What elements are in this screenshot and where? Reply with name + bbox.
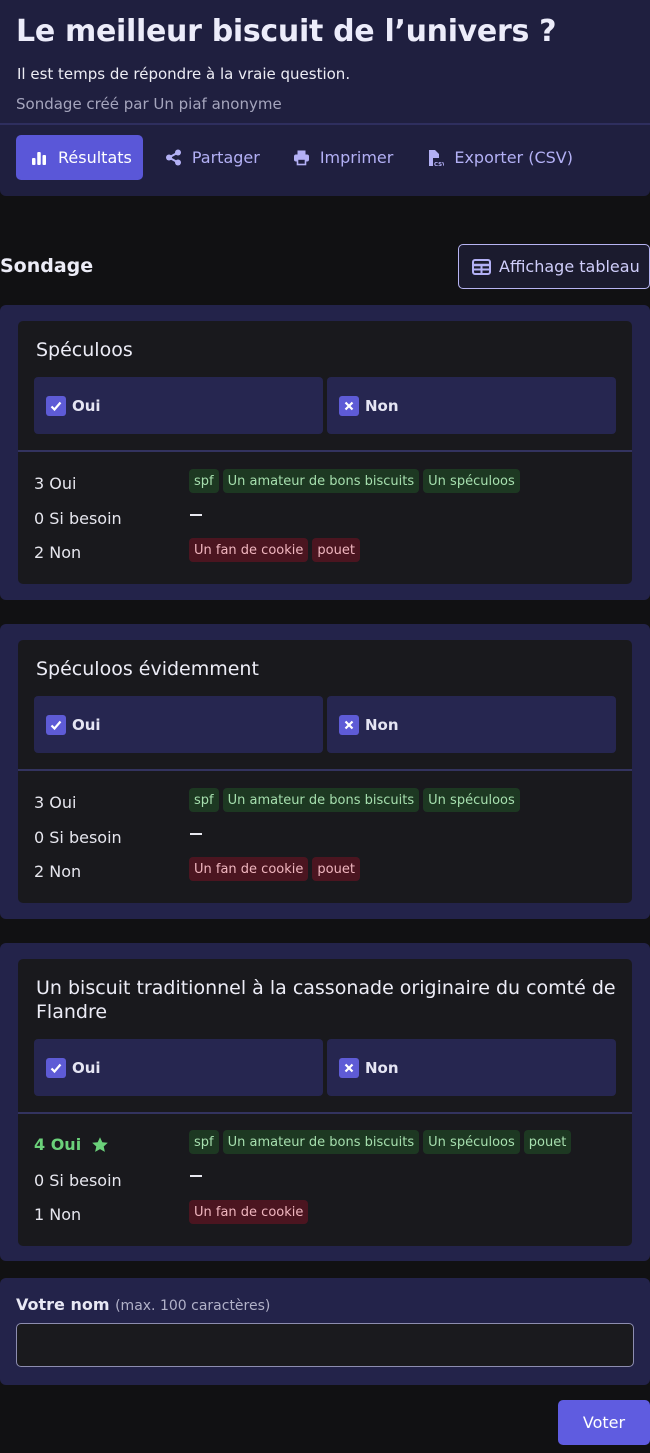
- tab-export-csv[interactable]: CSV Exporter (CSV): [404, 135, 584, 180]
- tab-results[interactable]: Résultats: [16, 135, 143, 180]
- question-title: Spéculoos évidemment: [36, 658, 259, 680]
- poll-header: Le meilleur biscuit de l’univers ? Il es…: [0, 0, 650, 196]
- voter-tag: Un amateur de bons biscuits: [222, 788, 420, 812]
- poll-creator: Sondage créé par Un piaf anonyme: [16, 95, 282, 113]
- bar-chart-icon: [32, 151, 46, 165]
- question-block: Spéculoos évidemment Oui Non 3 Oui spf U…: [0, 624, 650, 919]
- poll-title: Le meilleur biscuit de l’univers ?: [16, 14, 557, 49]
- voter-tag: spf: [189, 1130, 219, 1154]
- question-block: Un biscuit traditionnel à la cassonade o…: [0, 943, 650, 1261]
- name-input[interactable]: [16, 1323, 634, 1367]
- choice-yes[interactable]: Oui: [34, 1039, 323, 1096]
- choice-no-label: Non: [365, 396, 399, 415]
- voter-tag: Un fan de cookie: [189, 538, 309, 562]
- result-no-count: 1 Non: [34, 1205, 82, 1224]
- poll-subtitle: Il est temps de répondre à la vraie ques…: [17, 65, 351, 83]
- star-icon: [92, 1136, 108, 1152]
- section-title: Sondage: [0, 255, 94, 277]
- table-view-label: Affichage tableau: [499, 257, 640, 276]
- name-hint: (max. 100 caractères): [115, 1298, 271, 1314]
- tab-share[interactable]: Partager: [143, 135, 271, 180]
- voter-tag: spf: [189, 469, 219, 493]
- result-yes-count: 3 Oui: [34, 474, 77, 493]
- yes-voters: spf Un amateur de bons biscuits Un spécu…: [189, 788, 520, 812]
- tab-export-csv-label: Exporter (CSV): [454, 148, 573, 167]
- header-divider: [0, 123, 650, 125]
- tab-print-label: Imprimer: [319, 148, 394, 167]
- close-icon: [339, 395, 359, 416]
- voter-tag: Un amateur de bons biscuits: [222, 469, 420, 493]
- name-form: Votre nom (max. 100 caractères): [0, 1278, 650, 1385]
- no-voters-dash: [190, 1175, 202, 1177]
- voter-tag: Un spéculoos: [423, 469, 520, 493]
- name-label: Votre nom (max. 100 caractères): [16, 1295, 271, 1314]
- no-voters-dash: [190, 833, 202, 835]
- voter-tag: Un spéculoos: [423, 1130, 520, 1154]
- yes-voters: spf Un amateur de bons biscuits Un spécu…: [189, 1130, 572, 1154]
- choice-no[interactable]: Non: [327, 377, 616, 434]
- vote-button[interactable]: Voter: [558, 1400, 650, 1445]
- question-title: Un biscuit traditionnel à la cassonade o…: [36, 977, 616, 1023]
- voter-tag: Un fan de cookie: [189, 857, 309, 881]
- choice-yes-label: Oui: [72, 1058, 101, 1077]
- share-icon: [165, 149, 181, 166]
- card-divider: [18, 1112, 632, 1114]
- card-divider: [18, 769, 632, 771]
- choice-yes[interactable]: Oui: [34, 377, 323, 434]
- no-voters: Un fan de cookie pouet: [189, 857, 360, 881]
- no-voters-dash: [190, 514, 202, 516]
- result-no-count: 2 Non: [34, 862, 82, 881]
- result-maybe-count: 0 Si besoin: [34, 509, 122, 528]
- result-maybe-count: 0 Si besoin: [34, 1171, 122, 1190]
- close-icon: [339, 1057, 359, 1078]
- result-yes-count: 4 Oui: [34, 1135, 109, 1154]
- checkbox-checked-icon: [46, 1057, 66, 1078]
- choice-no[interactable]: Non: [327, 1039, 616, 1096]
- printer-icon: [293, 150, 309, 166]
- tab-share-label: Partager: [191, 148, 260, 167]
- choice-no[interactable]: Non: [327, 696, 616, 753]
- choice-yes[interactable]: Oui: [34, 696, 323, 753]
- result-maybe-count: 0 Si besoin: [34, 828, 122, 847]
- tab-print[interactable]: Imprimer: [271, 135, 405, 180]
- tab-results-label: Résultats: [58, 148, 132, 167]
- question-block: Spéculoos Oui Non 3 Oui spf Un amateur d…: [0, 305, 650, 600]
- result-no-count: 2 Non: [34, 543, 82, 562]
- question-card: Un biscuit traditionnel à la cassonade o…: [18, 959, 632, 1246]
- voter-tag: spf: [189, 788, 219, 812]
- voter-tag: pouet: [312, 538, 360, 562]
- no-voters: Un fan de cookie: [189, 1200, 309, 1224]
- choice-yes-label: Oui: [72, 715, 101, 734]
- voter-tag: Un fan de cookie: [189, 1200, 309, 1224]
- csv-file-icon: CSV: [429, 149, 444, 167]
- checkbox-checked-icon: [46, 714, 66, 735]
- yes-voters: spf Un amateur de bons biscuits Un spécu…: [189, 469, 520, 493]
- voter-tag: Un spéculoos: [423, 788, 520, 812]
- choice-no-label: Non: [365, 715, 399, 734]
- voter-tag: pouet: [523, 1130, 572, 1154]
- question-title: Spéculoos: [36, 339, 133, 361]
- checkbox-checked-icon: [46, 395, 66, 416]
- choice-no-label: Non: [365, 1058, 399, 1077]
- question-card: Spéculoos évidemment Oui Non 3 Oui spf U…: [18, 640, 632, 903]
- table-view-button[interactable]: Affichage tableau: [458, 244, 650, 289]
- svg-text:CSV: CSV: [434, 162, 444, 167]
- result-yes-count: 3 Oui: [34, 793, 77, 812]
- poll-tabs: Résultats Partager Imprimer CS Exporter …: [16, 135, 584, 180]
- choice-yes-label: Oui: [72, 396, 101, 415]
- no-voters: Un fan de cookie pouet: [189, 538, 360, 562]
- table-icon: [472, 258, 491, 275]
- close-icon: [339, 714, 359, 735]
- voter-tag: pouet: [312, 857, 360, 881]
- voter-tag: Un amateur de bons biscuits: [222, 1130, 420, 1154]
- question-card: Spéculoos Oui Non 3 Oui spf Un amateur d…: [18, 321, 632, 584]
- card-divider: [18, 450, 632, 452]
